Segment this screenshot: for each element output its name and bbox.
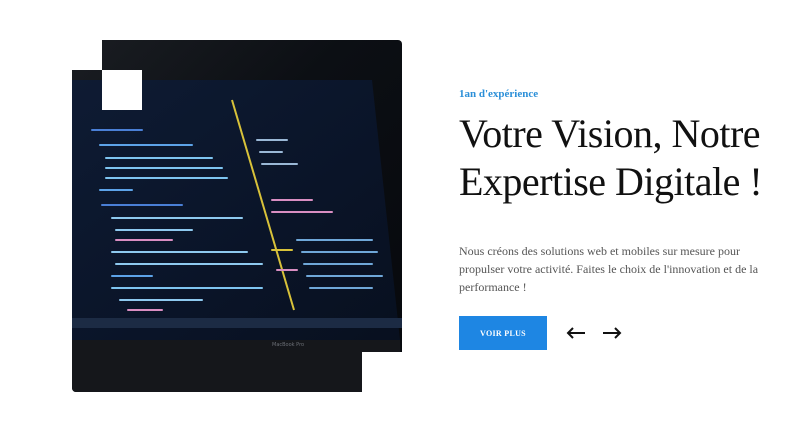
decorative-notch-bottom: [362, 352, 402, 392]
headline-line-1: Votre Vision, Notre: [459, 111, 761, 156]
hero-description: Nous créons des solutions web et mobiles…: [459, 244, 759, 294]
experience-tagline: 1an d'expérience: [459, 88, 539, 100]
see-more-button[interactable]: VOIR PLUS: [459, 316, 547, 350]
arrow-right-icon[interactable]: [601, 326, 623, 340]
hero-actions: VOIR PLUS: [459, 316, 779, 350]
decorative-square: [102, 70, 142, 110]
arrow-left-icon[interactable]: [565, 326, 587, 340]
laptop-brand-text: MacBook Pro: [272, 342, 304, 348]
hero-headline: Votre Vision, Notre Expertise Digitale !: [459, 110, 779, 206]
hero-content: 1an d'expérience Votre Vision, Notre Exp…: [459, 88, 779, 350]
hero-image: MacBook Pro: [72, 40, 402, 392]
headline-line-2: Expertise Digitale !: [459, 159, 763, 204]
decorative-notch: [72, 40, 102, 70]
